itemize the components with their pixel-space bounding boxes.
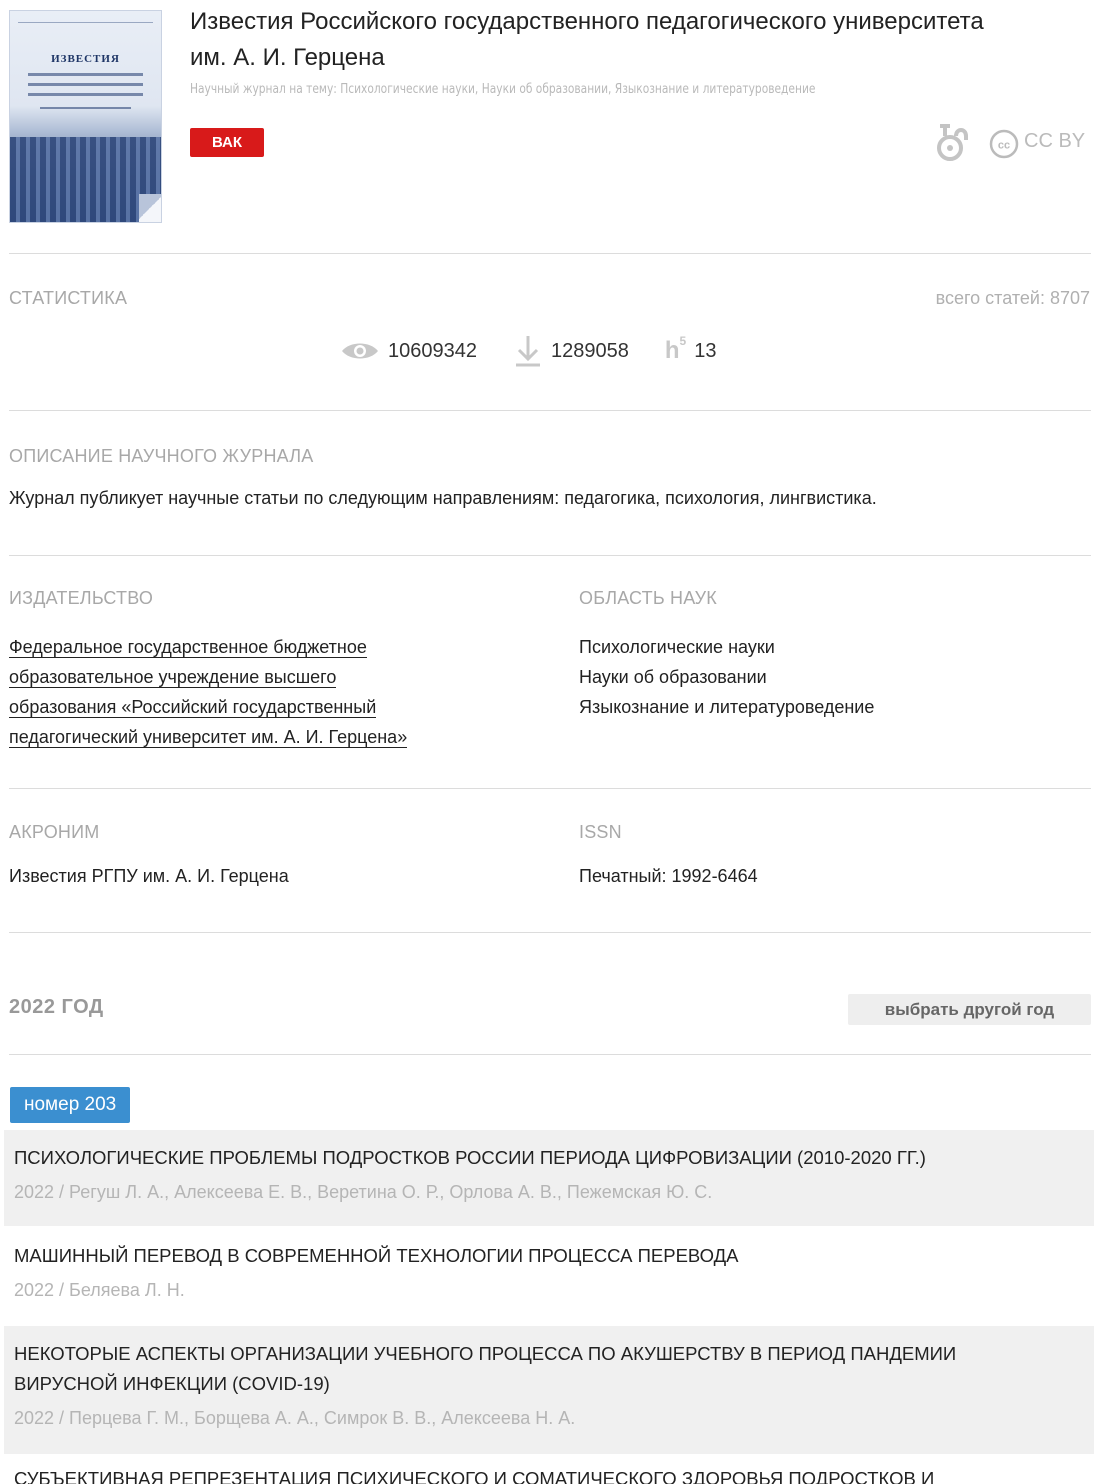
choose-year-button[interactable]: выбрать другой год: [848, 994, 1091, 1025]
hindex-value: 13: [694, 339, 717, 362]
downloads-stat: 1289058: [513, 334, 629, 368]
publisher-link[interactable]: Федеральное государственное бюджетное об…: [9, 632, 529, 752]
science-item[interactable]: Языкознание и литературоведение: [579, 692, 874, 722]
cover-line: [40, 107, 131, 109]
cover-top-rule: [18, 17, 153, 23]
sciences-label: ОБЛАСТЬ НАУК: [579, 588, 717, 608]
year-label: 2022 ГОД: [9, 996, 104, 1018]
article-item[interactable]: НЕКОТОРЫЕ АСПЕКТЫ ОРГАНИЗАЦИИ УЧЕБНОГО П…: [4, 1326, 1094, 1454]
vak-badge[interactable]: ВАК: [190, 128, 264, 157]
publisher-line[interactable]: педагогический университет им. А. И. Гер…: [9, 727, 408, 748]
cover-page-fold: [139, 194, 161, 222]
divider: [9, 932, 1091, 933]
download-icon: [515, 336, 540, 367]
open-access-icon[interactable]: [930, 122, 970, 164]
eye-icon: [342, 343, 378, 359]
article-item[interactable]: СУБЪЕКТИВНАЯ РЕПРЕЗЕНТАЦИЯ ПСИХИЧЕСКОГО …: [4, 1460, 1094, 1484]
acronym-value: Известия РГПУ им. А. И. Герцена: [9, 866, 289, 886]
article-item[interactable]: ПСИХОЛОГИЧЕСКИЕ ПРОБЛЕМЫ ПОДРОСТКОВ РОСС…: [4, 1130, 1094, 1226]
cover-line: [28, 83, 143, 86]
issn-value: Печатный: 1992-6464: [579, 866, 758, 886]
license-label[interactable]: CC BY: [1024, 130, 1085, 153]
description-text: Журнал публикует научные статьи по следу…: [9, 488, 877, 508]
views-count: 10609342: [388, 339, 477, 362]
article-title[interactable]: НЕКОТОРЫЕ АСПЕКТЫ ОРГАНИЗАЦИИ УЧЕБНОГО П…: [14, 1339, 1014, 1399]
journal-cover-image[interactable]: ИЗВЕСТИЯ: [9, 10, 162, 223]
hindex-sup: 5: [679, 334, 687, 348]
description-label: ОПИСАНИЕ НАУЧНОГО ЖУРНАЛА: [9, 446, 314, 466]
issn-label: ISSN: [579, 822, 622, 842]
downloads-count: 1289058: [550, 339, 629, 362]
sciences-list: Психологические науки Науки об образован…: [579, 632, 874, 722]
article-meta: 2022 / Перцева Г. М., Борщева А. А., Сим…: [14, 1408, 576, 1428]
cover-title: ИЗВЕСТИЯ: [51, 53, 120, 65]
issue-badge[interactable]: номер 203: [10, 1087, 131, 1123]
article-meta: 2022 / Регуш Л. А., Алексеева Е. В., Вер…: [14, 1182, 713, 1202]
hindex-icon: h5: [664, 334, 687, 365]
hindex-letter: h: [664, 337, 680, 364]
journal-header: ИЗВЕСТИЯ Известия Российского государств…: [0, 0, 1094, 240]
divider: [9, 253, 1091, 254]
publisher-line[interactable]: образования «Российский государственный: [9, 697, 377, 718]
divider: [9, 410, 1091, 411]
journal-subtitle: Научный журнал на тему: Психологические …: [190, 82, 816, 97]
acronym-label: АКРОНИМ: [9, 822, 100, 842]
science-item[interactable]: Науки об образовании: [579, 662, 874, 692]
publisher-label: ИЗДАТЕЛЬСТВО: [9, 588, 154, 608]
cover-line: [28, 93, 143, 96]
total-articles: всего статей: 8707: [935, 288, 1090, 308]
statistics-label: СТАТИСТИКА: [9, 288, 128, 308]
hindex-stat: h5 13: [664, 334, 717, 365]
article-meta: 2022 / Беляева Л. Н.: [14, 1280, 185, 1300]
publisher-line[interactable]: образовательное учреждение высшего: [9, 667, 337, 688]
cover-line: [28, 73, 143, 76]
journal-title: Известия Российского государственного пе…: [190, 8, 984, 71]
article-title[interactable]: ПСИХОЛОГИЧЕСКИЕ ПРОБЛЕМЫ ПОДРОСТКОВ РОСС…: [14, 1143, 1084, 1173]
svg-text:cc: cc: [998, 140, 1010, 152]
publisher-line[interactable]: Федеральное государственное бюджетное: [9, 637, 367, 658]
divider: [9, 555, 1091, 556]
divider: [9, 788, 1091, 789]
science-item[interactable]: Психологические науки: [579, 632, 874, 662]
stats-row: 10609342 1289058 h5 13: [340, 334, 752, 368]
cc-icon[interactable]: cc: [988, 128, 1020, 160]
article-title[interactable]: СУБЪЕКТИВНАЯ РЕПРЕЗЕНТАЦИЯ ПСИХИЧЕСКОГО …: [14, 1464, 1084, 1484]
article-title[interactable]: МАШИННЫЙ ПЕРЕВОД В СОВРЕМЕННОЙ ТЕХНОЛОГИ…: [14, 1241, 1084, 1271]
article-item[interactable]: МАШИННЫЙ ПЕРЕВОД В СОВРЕМЕННОЙ ТЕХНОЛОГИ…: [4, 1228, 1094, 1324]
views-stat: 10609342: [340, 339, 477, 363]
divider: [9, 1054, 1091, 1055]
